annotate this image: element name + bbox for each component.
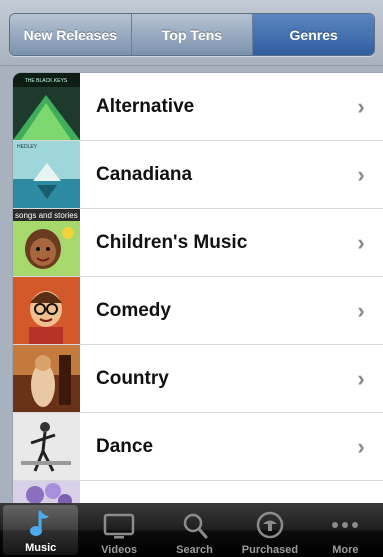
list-item[interactable]: THE BLACK KEYS Alternative › <box>13 73 383 141</box>
tab-label: More <box>332 544 359 556</box>
chevron-right-icon: › <box>357 229 365 255</box>
tab-label: Search <box>176 544 213 556</box>
genre-label: Alternative <box>96 95 195 117</box>
segment-top-tens[interactable]: Top Tens <box>130 14 253 55</box>
svg-text:songs and stories: songs and stories <box>15 211 78 220</box>
album-art: THE BLACK KEYS <box>13 73 80 140</box>
genre-label: Country <box>96 367 169 389</box>
tab-more[interactable]: More <box>308 503 383 557</box>
svg-text:HEDLEY: HEDLEY <box>17 144 38 150</box>
genre-label: Canadiana <box>96 163 193 185</box>
tab-music[interactable]: Music <box>3 505 79 555</box>
segmented-control: New Releases Top Tens Genres <box>9 13 375 56</box>
album-art <box>13 345 80 412</box>
album-art: HEDLEY <box>13 141 80 208</box>
tab-label: Videos <box>101 544 138 556</box>
album-art <box>13 481 80 503</box>
chevron-right-icon: › <box>357 433 365 459</box>
chevron-right-icon: › <box>357 365 365 391</box>
tab-bar: Music Videos Search Purchased More <box>0 503 383 557</box>
segment-genres[interactable]: Genres <box>252 14 374 55</box>
chevron-right-icon: › <box>357 297 365 323</box>
tab-videos[interactable]: Videos <box>81 503 156 557</box>
genre-label: Dance <box>96 435 154 457</box>
download-icon <box>256 511 284 539</box>
tab-label: Music <box>25 542 57 554</box>
list-item[interactable] <box>13 481 383 503</box>
list-item[interactable]: Country › <box>13 345 383 413</box>
top-bar: New Releases Top Tens Genres <box>0 0 383 66</box>
genre-label: Children's Music <box>96 231 248 253</box>
tab-label: Purchased <box>241 544 299 556</box>
magnifier-icon <box>183 513 208 539</box>
chevron-right-icon: › <box>357 93 365 119</box>
chevron-right-icon: › <box>357 161 365 187</box>
segment-new-releases[interactable]: New Releases <box>10 14 131 55</box>
album-art: songs and stories <box>13 209 80 276</box>
music-note-icon <box>29 511 49 536</box>
tab-purchased[interactable]: Purchased <box>232 503 307 557</box>
svg-text:THE BLACK KEYS: THE BLACK KEYS <box>25 78 68 84</box>
genre-list[interactable]: THE BLACK KEYS Alternative › HEDLEY Cana… <box>13 73 383 503</box>
list-item[interactable]: songs and stories Children's Music › <box>13 209 383 277</box>
tv-icon <box>103 513 135 539</box>
album-art <box>13 413 80 480</box>
genre-label: Comedy <box>96 299 171 321</box>
list-item[interactable]: Comedy › <box>13 277 383 345</box>
tab-search[interactable]: Search <box>157 503 232 557</box>
album-art <box>13 277 80 344</box>
more-dots-icon <box>332 522 359 528</box>
list-item[interactable]: HEDLEY Canadiana › <box>13 141 383 209</box>
list-item[interactable]: Dance › <box>13 413 383 481</box>
